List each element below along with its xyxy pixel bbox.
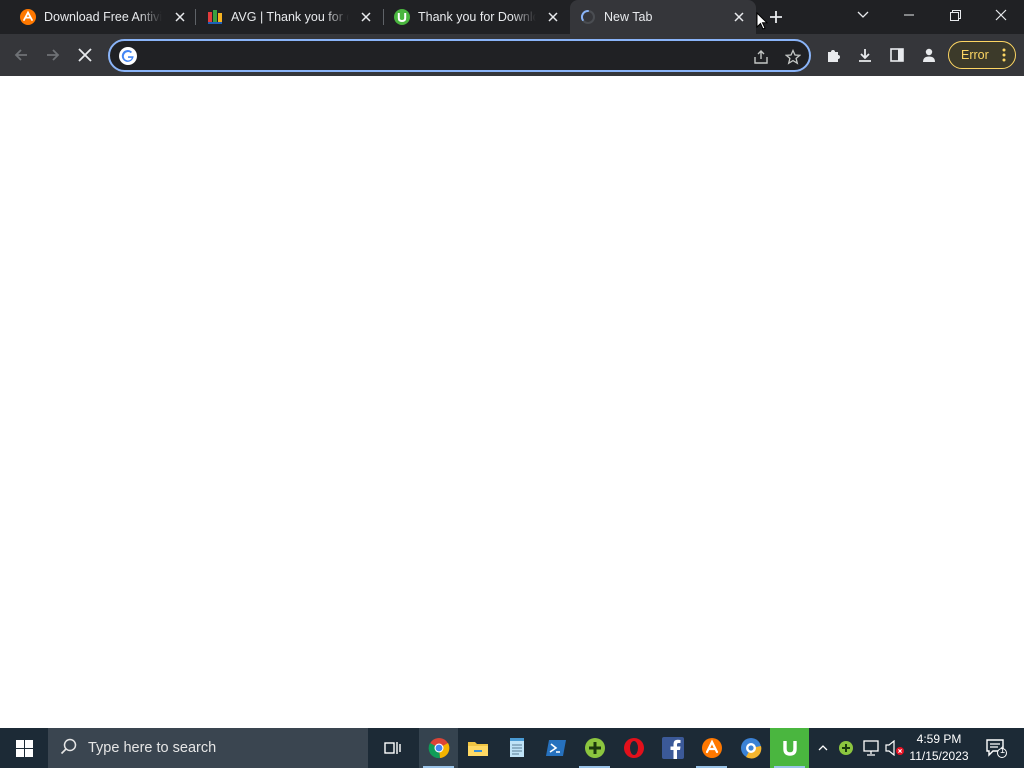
tab-title: Download Free Antivir	[44, 10, 162, 24]
address-bar[interactable]	[108, 39, 811, 72]
side-panel-button[interactable]	[884, 42, 910, 68]
taskbar-notepad[interactable]	[497, 728, 536, 768]
downloads-button[interactable]	[852, 42, 878, 68]
clock-time: 4:59 PM	[916, 732, 962, 746]
start-button[interactable]	[0, 728, 48, 768]
taskbar-clock[interactable]: 4:59 PM 11/15/2023	[906, 731, 972, 765]
tab-avg-thank-you[interactable]: AVG | Thank you for do	[196, 0, 382, 34]
close-tab-icon[interactable]	[545, 9, 561, 25]
taskbar-chrome[interactable]	[419, 728, 458, 768]
puzzle-icon	[828, 50, 840, 62]
clock-date: 11/15/2023	[909, 749, 969, 763]
close-tab-icon[interactable]	[731, 9, 747, 25]
plus-icon	[770, 11, 782, 23]
taskbar-search-box[interactable]: Type here to search	[48, 728, 368, 768]
profile-button[interactable]	[916, 42, 942, 68]
task-view-icon	[383, 742, 401, 754]
stop-loading-button[interactable]	[72, 42, 98, 68]
tab-title: New Tab	[604, 10, 653, 24]
plus-circle-icon	[839, 741, 853, 755]
search-placeholder: Type here to search	[88, 740, 217, 756]
close-window-button[interactable]	[978, 0, 1024, 30]
browser-app-icon	[740, 738, 761, 759]
error-label: Error	[961, 48, 989, 62]
utorrent-icon	[782, 741, 797, 756]
back-button[interactable]	[8, 42, 34, 68]
share-icon[interactable]	[751, 47, 771, 67]
extensions-button[interactable]	[820, 42, 846, 68]
address-input[interactable]	[144, 47, 744, 65]
person-icon	[923, 48, 935, 62]
close-icon	[995, 9, 1007, 21]
restore-icon	[949, 9, 961, 21]
minimize-button[interactable]	[886, 0, 932, 30]
tab-strip: Download Free Antivir AVG | Thank you fo…	[0, 0, 1024, 34]
screen: Download Free Antivir AVG | Thank you fo…	[0, 0, 1024, 768]
plus-circle-icon	[584, 738, 605, 758]
minimize-icon	[904, 14, 914, 16]
search-icon	[60, 738, 78, 760]
tab-new-tab[interactable]: New Tab	[570, 0, 756, 34]
tab-title: Thank you for Downlo	[418, 10, 536, 24]
opera-icon	[623, 738, 644, 758]
side-panel-icon	[890, 48, 904, 62]
taskbar: Type here to search 4:59 PM 11/15/2023 1	[0, 728, 1024, 768]
powershell-icon	[545, 740, 566, 756]
restore-button[interactable]	[932, 0, 978, 30]
mouse-cursor-icon	[756, 11, 769, 35]
avast-icon	[20, 9, 36, 25]
close-tab-icon[interactable]	[358, 9, 374, 25]
action-center-button[interactable]: 1	[978, 728, 1014, 768]
bookmark-star-icon[interactable]	[783, 47, 803, 67]
tab-download-free-antivirus[interactable]: Download Free Antivir	[0, 0, 192, 34]
taskbar-avast[interactable]	[692, 728, 731, 768]
google-icon	[119, 47, 137, 65]
tab-search-button[interactable]	[840, 0, 886, 30]
chrome-icon	[428, 738, 449, 759]
taskbar-plus-app[interactable]	[575, 728, 614, 768]
network-icon	[863, 740, 879, 756]
tab-title: AVG | Thank you for do	[231, 10, 349, 24]
utorrent-icon	[394, 9, 410, 25]
taskbar-file-explorer[interactable]	[458, 728, 497, 768]
tab-thank-you-for-downloading[interactable]: Thank you for Downlo	[384, 0, 570, 34]
folder-icon	[467, 742, 488, 756]
notepad-icon	[509, 738, 524, 757]
more-options-icon[interactable]	[1002, 48, 1006, 65]
taskbar-utorrent[interactable]	[770, 728, 809, 768]
notification-count: 1	[1000, 745, 1006, 755]
show-hidden-icons-button[interactable]	[814, 728, 832, 768]
forward-button[interactable]	[40, 42, 66, 68]
facebook-icon	[661, 737, 684, 759]
windows-icon	[15, 739, 33, 757]
stop-icon	[78, 48, 92, 62]
close-tab-icon[interactable]	[172, 9, 188, 25]
chevron-down-icon	[857, 11, 869, 18]
taskbar-browser-app[interactable]	[731, 728, 770, 768]
chevron-up-icon	[818, 745, 828, 751]
arrow-left-icon	[14, 49, 27, 61]
loading-spinner-icon	[580, 9, 596, 25]
taskbar-facebook[interactable]	[653, 728, 692, 768]
arrow-right-icon	[47, 49, 60, 61]
volume-muted-icon	[885, 740, 904, 756]
taskbar-opera[interactable]	[614, 728, 653, 768]
profile-error-button[interactable]: Error	[948, 41, 1016, 69]
download-icon	[859, 49, 871, 62]
new-tab-button[interactable]	[766, 7, 786, 27]
tray-plus-app[interactable]	[836, 728, 856, 768]
taskbar-powershell[interactable]	[536, 728, 575, 768]
network-status-button[interactable]	[860, 728, 882, 768]
task-view-button[interactable]	[372, 728, 411, 768]
page-content	[0, 76, 1024, 728]
avast-icon	[701, 738, 722, 758]
volume-button[interactable]	[884, 728, 906, 768]
avg-icon	[207, 9, 223, 25]
